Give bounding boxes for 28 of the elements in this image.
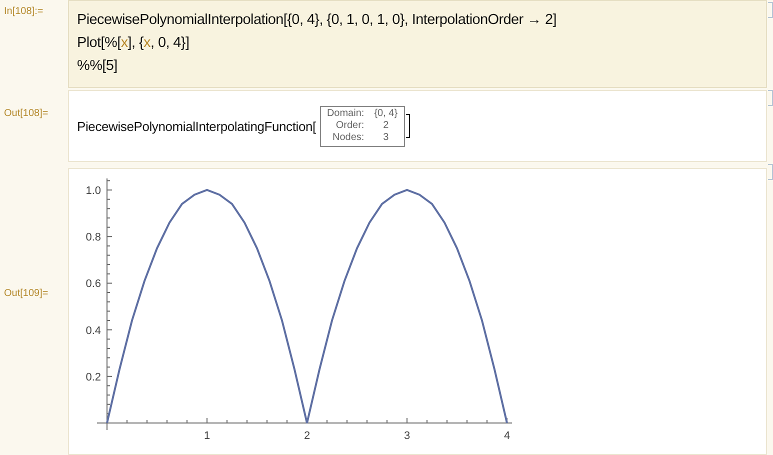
summary-key: Nodes: [326, 132, 364, 144]
closing-bracket [406, 114, 410, 138]
cell-bracket[interactable] [768, 90, 773, 106]
cell-label: Out[109]= [3, 287, 50, 301]
cell-bracket[interactable] [768, 2, 773, 18]
cell-label: Out[108]= [3, 107, 50, 121]
cell-label: In[108]:= [3, 5, 44, 19]
x-tick-label: 4 [504, 430, 510, 442]
summary-value: 3 [382, 132, 390, 144]
input-cell[interactable]: PiecewisePolynomialInterpolation[{0, 4}, {0, 1, 0, 1, 0}, InterpolationOrder → 2] Plot[%[x], {x, 0, 4}] %%[5] [68, 0, 767, 88]
summary-box[interactable]: Domain: {0, 4} Order: 2 Nodes: 3 [320, 106, 405, 146]
summary-value: {0, 4} [374, 108, 398, 120]
y-tick-label: 0.4 [86, 324, 101, 337]
y-tick-label: 0.2 [86, 371, 101, 384]
code-line: Plot[%[x], {x, 0, 4}] [77, 34, 190, 53]
code-line: %%[5] [77, 57, 118, 76]
x-tick-label: 3 [404, 430, 410, 442]
code-line: PiecewisePolynomialInterpolation[{0, 4}, {0, 1, 0, 1, 0}, InterpolationOrder → 2] [77, 11, 558, 30]
summary-key: Order: [326, 120, 364, 132]
y-tick-label: 0.8 [86, 232, 101, 244]
function-head: PiecewisePolynomialInterpolatingFunction[ [77, 118, 316, 134]
summary-value: 2 [382, 120, 390, 132]
x-tick-label: 1 [204, 430, 210, 442]
y-tick-label: 0.6 [86, 278, 101, 290]
y-tick-label: 1.0 [86, 185, 101, 197]
x-tick-label: 2 [304, 430, 310, 442]
cell-bracket[interactable] [768, 164, 773, 180]
summary-key: Domain: [326, 108, 364, 120]
